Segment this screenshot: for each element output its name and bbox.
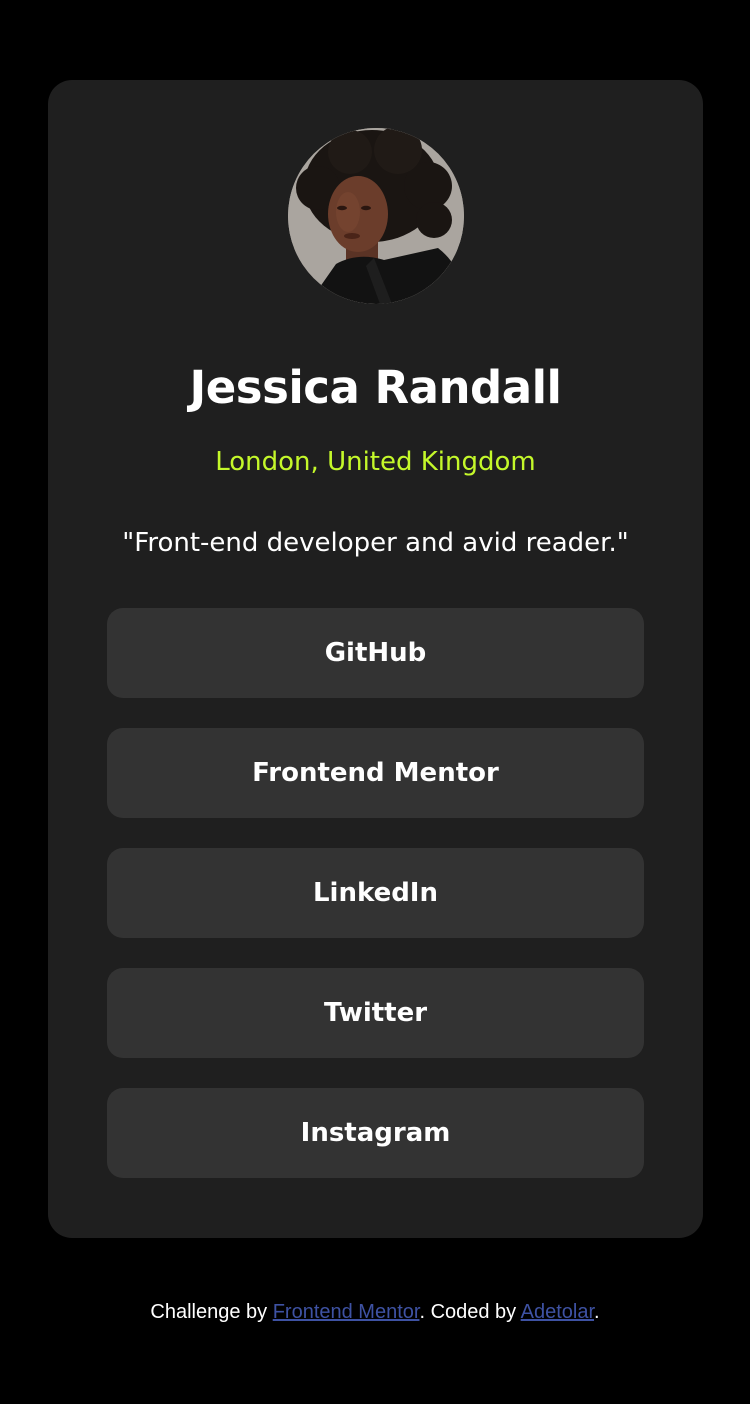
footer-suffix-text: . [594, 1301, 600, 1323]
avatar-portrait-image [288, 128, 464, 304]
author-footer-link[interactable]: Adetolar [521, 1301, 594, 1323]
avatar [288, 128, 464, 304]
profile-location: London, United Kingdom [215, 447, 536, 477]
list-item: Frontend Mentor [107, 728, 644, 818]
footer-middle-text: . Coded by [419, 1301, 521, 1323]
frontend-mentor-link-button[interactable]: Frontend Mentor [107, 728, 644, 818]
attribution-footer: Challenge by Frontend Mentor. Coded by A… [0, 1296, 750, 1328]
profile-card: Jessica Randall London, United Kingdom "… [48, 80, 703, 1238]
social-links-list: GitHub Frontend Mentor LinkedIn Twitter … [107, 608, 644, 1208]
github-link-button[interactable]: GitHub [107, 608, 644, 698]
list-item: LinkedIn [107, 848, 644, 938]
list-item: Twitter [107, 968, 644, 1058]
list-item: Instagram [107, 1088, 644, 1178]
linkedin-link-button[interactable]: LinkedIn [107, 848, 644, 938]
twitter-link-button[interactable]: Twitter [107, 968, 644, 1058]
profile-bio: "Front-end developer and avid reader." [122, 528, 629, 558]
profile-name: Jessica Randall [189, 361, 562, 414]
list-item: GitHub [107, 608, 644, 698]
frontend-mentor-footer-link[interactable]: Frontend Mentor [273, 1301, 420, 1323]
instagram-link-button[interactable]: Instagram [107, 1088, 644, 1178]
footer-prefix-text: Challenge by [150, 1301, 273, 1323]
